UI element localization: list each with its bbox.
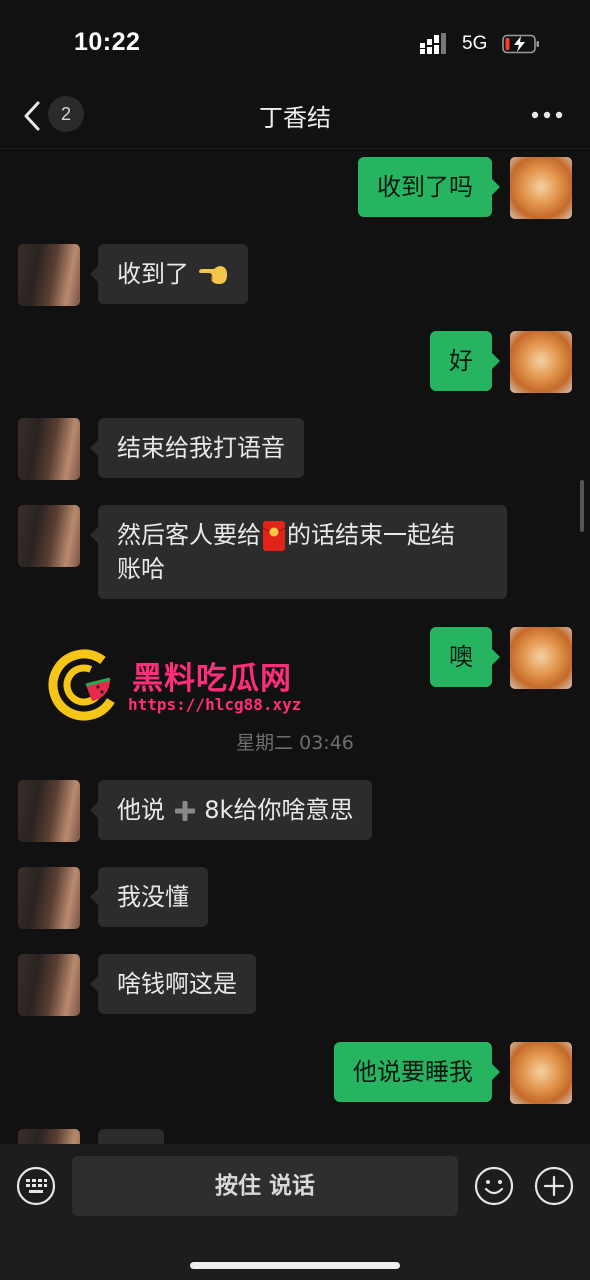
message-timestamp: 星期二 03:46 bbox=[236, 732, 354, 754]
message-bubble-incoming[interactable]: 我没懂 bbox=[90, 867, 208, 927]
home-indicator[interactable] bbox=[190, 1262, 400, 1269]
contact-avatar[interactable] bbox=[18, 1129, 80, 1144]
message-bubble-incoming[interactable]: 结束给我打语音 bbox=[90, 418, 304, 478]
status-time: 10:22 bbox=[74, 28, 141, 56]
watermark-url: https://hlcg88.xyz bbox=[128, 695, 302, 714]
message-bubble-outgoing[interactable]: 好 bbox=[430, 331, 500, 391]
my-avatar[interactable] bbox=[510, 627, 572, 689]
emoji-smile-icon[interactable] bbox=[474, 1166, 514, 1206]
chat-title: 丁香结 bbox=[259, 104, 331, 132]
contact-avatar[interactable] bbox=[18, 867, 80, 929]
add-attachment-icon[interactable] bbox=[534, 1166, 574, 1206]
my-avatar[interactable] bbox=[510, 157, 572, 219]
contact-avatar[interactable] bbox=[18, 505, 80, 567]
message-bubble-outgoing[interactable]: 噢 bbox=[430, 627, 500, 687]
message-text: 账哈 bbox=[117, 555, 165, 583]
my-avatar[interactable] bbox=[510, 331, 572, 393]
message-bubble-incoming[interactable]: 他说 8k给你啥意思 bbox=[89, 780, 373, 840]
chat-header: 2 丁香结 bbox=[0, 88, 590, 149]
message-text: 的话结束一起结 bbox=[287, 521, 455, 549]
status-bar: 10:22 5G bbox=[0, 0, 590, 88]
message-bubble-outgoing[interactable]: 收到了吗 bbox=[358, 157, 500, 217]
message-text: 收到了 bbox=[117, 260, 189, 288]
signal-icon bbox=[420, 33, 446, 54]
contact-avatar[interactable] bbox=[18, 244, 80, 306]
plus-emoji-icon bbox=[174, 801, 195, 821]
message-bubble-outgoing[interactable]: 他说要睡我 bbox=[334, 1042, 500, 1102]
contact-avatar[interactable] bbox=[18, 418, 80, 480]
input-bar: 按住 说话 bbox=[0, 1144, 590, 1280]
watermark-title: 黑料吃瓜网 bbox=[132, 661, 292, 697]
more-options-icon[interactable] bbox=[530, 110, 564, 120]
message-bubble-incoming[interactable]: 收到了 bbox=[90, 244, 248, 304]
message-text: 8k给你啥意思 bbox=[204, 796, 354, 824]
keyboard-icon[interactable] bbox=[16, 1166, 56, 1206]
contact-avatar[interactable] bbox=[18, 954, 80, 1016]
watermelon-logo-icon bbox=[48, 649, 120, 721]
watermark: 黑料吃瓜网 https://hlcg88.xyz bbox=[48, 649, 348, 721]
hold-to-talk-button[interactable]: 按住 说话 bbox=[72, 1156, 458, 1216]
message-list[interactable]: 收到了吗 收到了 好 结束给我打语音 然后客人要给 的话结束一起结 账哈 噢 星… bbox=[0, 149, 590, 1144]
my-avatar[interactable] bbox=[510, 1042, 572, 1104]
scrollbar[interactable] bbox=[580, 480, 584, 532]
red-envelope-emoji-icon bbox=[262, 521, 286, 551]
pointing-hand-emoji-icon bbox=[198, 266, 227, 284]
message-bubble-incoming[interactable]: 啥钱啊这是 bbox=[90, 954, 256, 1014]
contact-avatar[interactable] bbox=[18, 780, 80, 842]
message-bubble-incoming[interactable] bbox=[98, 1129, 164, 1144]
battery-charging-icon bbox=[502, 34, 539, 54]
message-text: 他说 bbox=[117, 796, 165, 824]
message-bubble-incoming[interactable]: 然后客人要给 的话结束一起结账哈 bbox=[90, 505, 507, 599]
message-text: 然后客人要给 bbox=[117, 521, 261, 549]
network-type: 5G bbox=[462, 33, 488, 54]
